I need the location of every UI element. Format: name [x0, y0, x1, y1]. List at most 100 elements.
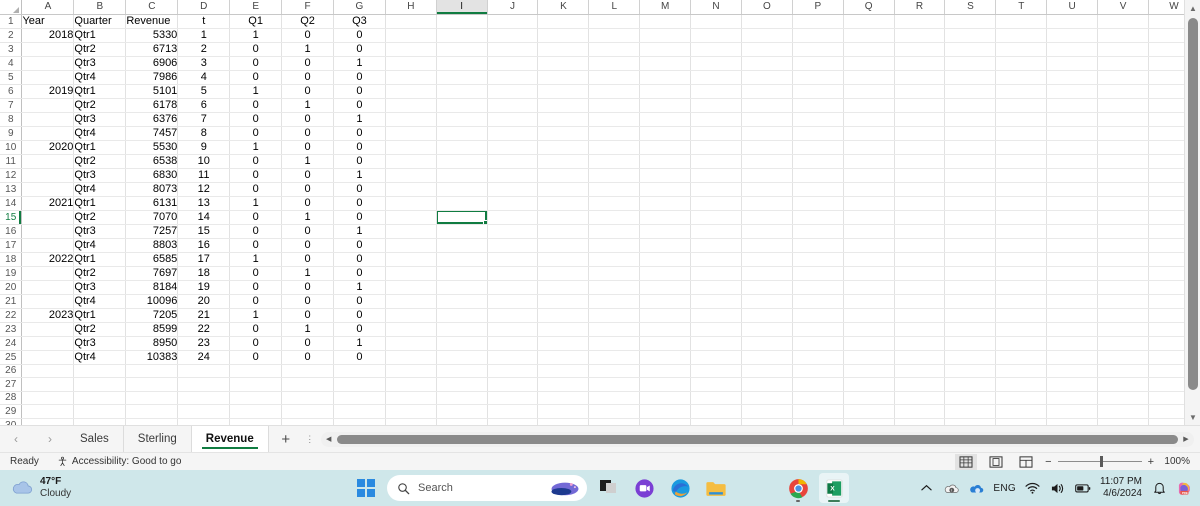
- cell-I6[interactable]: [436, 84, 488, 99]
- cell-T24[interactable]: [995, 336, 1048, 351]
- cell-S20[interactable]: [944, 280, 997, 295]
- cell-L3[interactable]: [588, 42, 641, 57]
- cell-E16[interactable]: 0: [229, 224, 283, 239]
- cell-H19[interactable]: [385, 266, 437, 281]
- onedrive-personal-button[interactable]: i: [943, 480, 959, 496]
- row-header-19[interactable]: 19: [0, 266, 23, 281]
- cell-V4[interactable]: [1097, 56, 1149, 71]
- cell-Q17[interactable]: [843, 238, 895, 253]
- cell-R19[interactable]: [894, 266, 946, 281]
- cell-M24[interactable]: [639, 336, 692, 351]
- cell-H26[interactable]: [385, 364, 437, 379]
- cell-P23[interactable]: [792, 322, 844, 337]
- cell-O16[interactable]: [741, 224, 793, 239]
- cell-J18[interactable]: [487, 252, 539, 267]
- cell-F5[interactable]: 0: [281, 70, 334, 85]
- cell-P10[interactable]: [792, 140, 844, 155]
- cell-T22[interactable]: [995, 308, 1048, 323]
- cell-T15[interactable]: [995, 210, 1048, 225]
- cell-I25[interactable]: [436, 350, 488, 365]
- cell-R2[interactable]: [894, 28, 946, 43]
- cell-D7[interactable]: 6: [177, 98, 231, 113]
- cell-J3[interactable]: [487, 42, 539, 57]
- cell-V7[interactable]: [1097, 98, 1149, 113]
- cell-U1[interactable]: [1046, 14, 1099, 29]
- column-header-p[interactable]: P: [792, 0, 844, 15]
- cell-L7[interactable]: [588, 98, 641, 113]
- cell-R26[interactable]: [894, 364, 946, 379]
- cell-C11[interactable]: 6538: [125, 154, 179, 169]
- cell-O11[interactable]: [741, 154, 793, 169]
- cell-V17[interactable]: [1097, 238, 1149, 253]
- cell-N6[interactable]: [690, 84, 742, 99]
- cell-V13[interactable]: [1097, 182, 1149, 197]
- cell-I1[interactable]: [436, 14, 488, 29]
- cell-D3[interactable]: 2: [177, 42, 231, 57]
- cell-U2[interactable]: [1046, 28, 1099, 43]
- cell-I2[interactable]: [436, 28, 488, 43]
- cell-F4[interactable]: 0: [281, 56, 334, 71]
- cell-E7[interactable]: 0: [229, 98, 283, 113]
- cell-F1[interactable]: Q2: [281, 14, 334, 29]
- cell-K21[interactable]: [537, 294, 590, 309]
- cell-O2[interactable]: [741, 28, 793, 43]
- cell-S19[interactable]: [944, 266, 997, 281]
- cell-S18[interactable]: [944, 252, 997, 267]
- cell-D15[interactable]: 14: [177, 210, 231, 225]
- cell-Q8[interactable]: [843, 112, 895, 127]
- cell-M1[interactable]: [639, 14, 692, 29]
- cell-M12[interactable]: [639, 168, 692, 183]
- cell-G21[interactable]: 0: [333, 294, 386, 309]
- cell-P24[interactable]: [792, 336, 844, 351]
- cell-F21[interactable]: 0: [281, 294, 334, 309]
- language-indicator[interactable]: ENG: [993, 483, 1016, 494]
- cell-F11[interactable]: 1: [281, 154, 334, 169]
- cell-H18[interactable]: [385, 252, 437, 267]
- cell-P14[interactable]: [792, 196, 844, 211]
- cell-U13[interactable]: [1046, 182, 1099, 197]
- cell-F28[interactable]: [281, 391, 334, 406]
- cell-M10[interactable]: [639, 140, 692, 155]
- notifications-button[interactable]: [1151, 480, 1167, 496]
- cell-D13[interactable]: 12: [177, 182, 231, 197]
- cell-K1[interactable]: [537, 14, 590, 29]
- column-header-u[interactable]: U: [1046, 0, 1099, 15]
- cell-U8[interactable]: [1046, 112, 1099, 127]
- scroll-down-icon[interactable]: ▼: [1185, 409, 1200, 425]
- cell-V2[interactable]: [1097, 28, 1149, 43]
- cell-Q30[interactable]: [843, 418, 895, 425]
- cell-S16[interactable]: [944, 224, 997, 239]
- cell-N3[interactable]: [690, 42, 742, 57]
- cell-J23[interactable]: [487, 322, 539, 337]
- cell-V25[interactable]: [1097, 350, 1149, 365]
- cell-S6[interactable]: [944, 84, 997, 99]
- cell-J5[interactable]: [487, 70, 539, 85]
- cell-U19[interactable]: [1046, 266, 1099, 281]
- cell-I24[interactable]: [436, 336, 488, 351]
- cell-I20[interactable]: [436, 280, 488, 295]
- row-header-3[interactable]: 3: [0, 42, 23, 57]
- cell-P6[interactable]: [792, 84, 844, 99]
- cell-S7[interactable]: [944, 98, 997, 113]
- cell-B17[interactable]: Qtr4: [73, 238, 127, 253]
- cell-E20[interactable]: 0: [229, 280, 283, 295]
- cell-U9[interactable]: [1046, 126, 1099, 141]
- cell-J13[interactable]: [487, 182, 539, 197]
- cell-A9[interactable]: [21, 126, 75, 141]
- cell-G29[interactable]: [333, 404, 386, 419]
- cell-P19[interactable]: [792, 266, 844, 281]
- cell-A17[interactable]: [21, 238, 75, 253]
- cell-K2[interactable]: [537, 28, 590, 43]
- cell-K27[interactable]: [537, 377, 590, 392]
- cell-R10[interactable]: [894, 140, 946, 155]
- cell-L28[interactable]: [588, 391, 641, 406]
- cell-T23[interactable]: [995, 322, 1048, 337]
- row-header-11[interactable]: 11: [0, 154, 23, 169]
- cell-H28[interactable]: [385, 391, 437, 406]
- cell-U15[interactable]: [1046, 210, 1099, 225]
- cell-O21[interactable]: [741, 294, 793, 309]
- cell-H23[interactable]: [385, 322, 437, 337]
- cell-C2[interactable]: 5330: [125, 28, 179, 43]
- cell-F24[interactable]: 0: [281, 336, 334, 351]
- cell-B9[interactable]: Qtr4: [73, 126, 127, 141]
